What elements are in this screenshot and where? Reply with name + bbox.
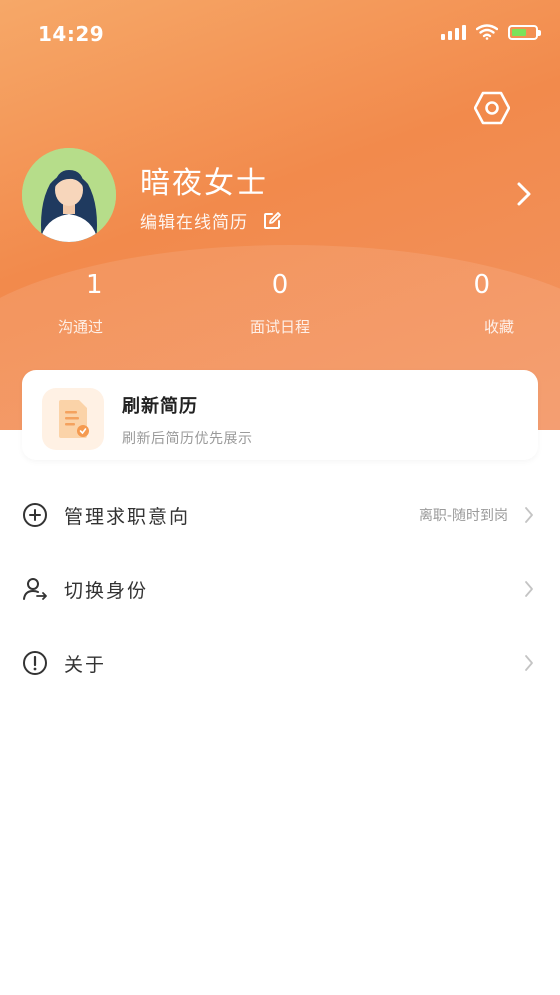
edit-resume-label: 编辑在线简历 <box>140 213 248 233</box>
menu-value: 离职-随时到岗 <box>418 508 508 524</box>
chevron-right-icon[interactable] <box>512 180 536 208</box>
card-subtitle: 刷新后简历优先展示 <box>122 431 253 447</box>
avatar[interactable] <box>22 148 116 242</box>
chevron-right-icon <box>525 507 533 523</box>
resume-document-icon <box>42 388 104 450</box>
chevron-right-icon <box>525 581 533 597</box>
chevron-right-icon <box>525 655 533 671</box>
edit-icon <box>264 211 281 229</box>
profile-header: 14:29 暗夜女士 编辑在线简历 1 沟通过 0 面试日程 0 收藏 <box>0 0 560 430</box>
stat-label: 沟通过 <box>58 318 104 336</box>
status-icons <box>441 24 541 40</box>
status-time: 14:29 <box>38 22 105 46</box>
stat-label: 面试日程 <box>249 318 310 336</box>
stat-value: 0 <box>271 270 289 300</box>
signal-icon <box>441 24 466 40</box>
plus-circle-icon <box>23 503 47 527</box>
menu-item-switch-identity[interactable]: 切换身份 <box>0 552 560 626</box>
settings-menu: 管理求职意向 离职-随时到岗 切换身份 关于 <box>0 478 560 700</box>
stat-favorites[interactable]: 0 收藏 <box>414 268 524 337</box>
stat-value: 1 <box>86 270 103 300</box>
menu-item-about[interactable]: 关于 <box>0 626 560 700</box>
stat-interview-schedule[interactable]: 0 面试日程 <box>215 268 345 337</box>
stat-value: 0 <box>473 270 490 300</box>
edit-resume-link[interactable]: 编辑在线简历 <box>140 208 282 233</box>
battery-charging-icon <box>508 24 541 40</box>
stats-row: 1 沟通过 0 面试日程 0 收藏 <box>0 268 560 337</box>
wifi-icon <box>476 24 498 40</box>
menu-label: 关于 <box>64 653 107 676</box>
menu-item-job-intention[interactable]: 管理求职意向 离职-随时到岗 <box>0 478 560 552</box>
settings-icon[interactable] <box>472 88 512 128</box>
status-bar: 14:29 <box>0 0 560 70</box>
card-title: 刷新简历 <box>122 396 198 417</box>
info-circle-icon <box>23 651 47 675</box>
menu-label: 管理求职意向 <box>64 505 191 528</box>
menu-label: 切换身份 <box>64 579 149 602</box>
username: 暗夜女士 <box>140 166 268 201</box>
refresh-resume-card[interactable]: 刷新简历 刷新后简历优先展示 <box>22 370 538 460</box>
switch-user-icon <box>23 578 47 600</box>
stat-label: 收藏 <box>483 318 514 336</box>
stat-contacted[interactable]: 1 沟通过 <box>36 268 146 337</box>
